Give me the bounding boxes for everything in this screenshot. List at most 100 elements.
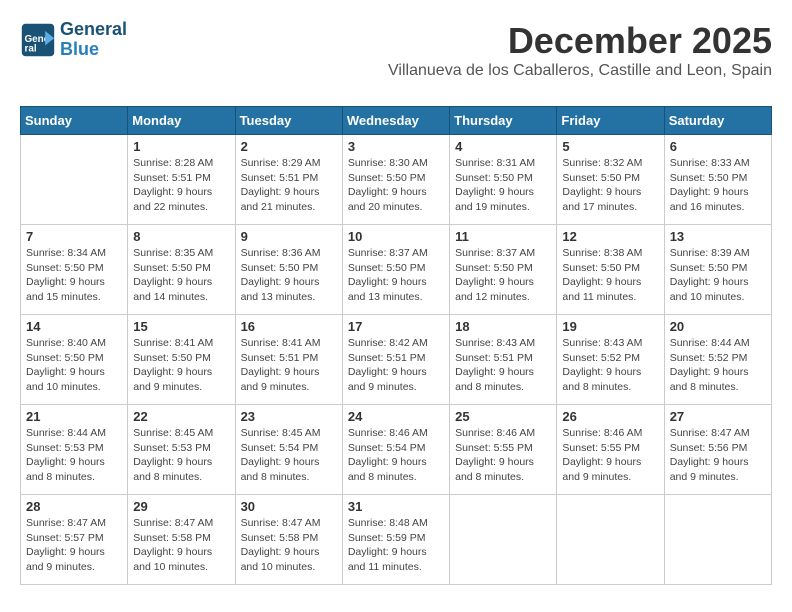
calendar-cell: 8 Sunrise: 8:35 AMSunset: 5:50 PMDaylight… [128,225,235,315]
week-row-2: 7 Sunrise: 8:34 AMSunset: 5:50 PMDaylight… [21,225,772,315]
day-info: Sunrise: 8:34 AMSunset: 5:50 PMDaylight:… [26,246,122,305]
logo-line1: General [60,20,127,40]
logo-line2: Blue [60,40,127,60]
calendar-cell: 9 Sunrise: 8:36 AMSunset: 5:50 PMDaylight… [235,225,342,315]
week-row-3: 14 Sunrise: 8:40 AMSunset: 5:50 PMDayligh… [21,315,772,405]
title-section: December 2025 Villanueva de los Caballer… [388,20,772,92]
calendar-cell: 27Sunrise: 8:47 AMSunset: 5:56 PMDayligh… [664,405,771,495]
calendar-cell: 13 Sunrise: 8:39 AMSunset: 5:50 PMDayligh… [664,225,771,315]
day-number: 29 [133,499,229,514]
calendar-cell: 12 Sunrise: 8:38 AMSunset: 5:50 PMDayligh… [557,225,664,315]
day-number: 1 [133,139,229,154]
day-info: Sunrise: 8:31 AMSunset: 5:50 PMDaylight:… [455,156,551,215]
logo-icon: Gene- ral [20,22,56,58]
calendar-cell: 19 Sunrise: 8:43 AMSunset: 5:52 PMDayligh… [557,315,664,405]
day-number: 17 [348,319,444,334]
day-info: Sunrise: 8:41 AMSunset: 5:51 PMDaylight:… [241,336,337,395]
calendar-cell: 22 Sunrise: 8:45 AMSunset: 5:53 PMDayligh… [128,405,235,495]
page-header: Gene- ral General Blue December 2025 Vil… [20,20,772,96]
calendar-cell: 26 Sunrise: 8:46 AMSunset: 5:55 PMDayligh… [557,405,664,495]
day-info: Sunrise: 8:36 AMSunset: 5:50 PMDaylight:… [241,246,337,305]
day-number: 21 [26,409,122,424]
day-number: 31 [348,499,444,514]
calendar-cell: 31Sunrise: 8:48 AMSunset: 5:59 PMDayligh… [342,495,449,585]
calendar-cell: 5Sunrise: 8:32 AMSunset: 5:50 PMDaylight… [557,135,664,225]
day-info: Sunrise: 8:40 AMSunset: 5:50 PMDaylight:… [26,336,122,395]
day-number: 19 [562,319,658,334]
day-number: 26 [562,409,658,424]
svg-text:ral: ral [25,43,37,54]
day-number: 11 [455,229,551,244]
calendar-title: December 2025 [388,20,772,62]
day-info: Sunrise: 8:41 AMSunset: 5:50 PMDaylight:… [133,336,229,395]
day-info: Sunrise: 8:47 AMSunset: 5:57 PMDaylight:… [26,516,122,575]
day-info: Sunrise: 8:37 AMSunset: 5:50 PMDaylight:… [455,246,551,305]
day-number: 13 [670,229,766,244]
weekday-header-sunday: Sunday [21,107,128,135]
day-info: Sunrise: 8:45 AMSunset: 5:53 PMDaylight:… [133,426,229,485]
weekday-header-row: SundayMondayTuesdayWednesdayThursdayFrid… [21,107,772,135]
day-number: 7 [26,229,122,244]
day-info: Sunrise: 8:35 AMSunset: 5:50 PMDaylight:… [133,246,229,305]
calendar-cell: 24 Sunrise: 8:46 AMSunset: 5:54 PMDayligh… [342,405,449,495]
calendar-cell: 16 Sunrise: 8:41 AMSunset: 5:51 PMDayligh… [235,315,342,405]
weekday-header-saturday: Saturday [664,107,771,135]
weekday-header-tuesday: Tuesday [235,107,342,135]
weekday-header-wednesday: Wednesday [342,107,449,135]
day-number: 2 [241,139,337,154]
day-info: Sunrise: 8:45 AMSunset: 5:54 PMDaylight:… [241,426,337,485]
day-info: Sunrise: 8:44 AMSunset: 5:52 PMDaylight:… [670,336,766,395]
day-number: 9 [241,229,337,244]
calendar-cell: 15 Sunrise: 8:41 AMSunset: 5:50 PMDayligh… [128,315,235,405]
week-row-5: 28 Sunrise: 8:47 AMSunset: 5:57 PMDayligh… [21,495,772,585]
calendar-cell: 10Sunrise: 8:37 AMSunset: 5:50 PMDayligh… [342,225,449,315]
day-info: Sunrise: 8:30 AMSunset: 5:50 PMDaylight:… [348,156,444,215]
day-number: 24 [348,409,444,424]
day-info: Sunrise: 8:47 AMSunset: 5:58 PMDaylight:… [133,516,229,575]
weekday-header-friday: Friday [557,107,664,135]
day-number: 30 [241,499,337,514]
calendar-cell [450,495,557,585]
day-number: 12 [562,229,658,244]
calendar-cell [21,135,128,225]
day-info: Sunrise: 8:32 AMSunset: 5:50 PMDaylight:… [562,156,658,215]
calendar-cell: 30Sunrise: 8:47 AMSunset: 5:58 PMDayligh… [235,495,342,585]
calendar-cell: 6Sunrise: 8:33 AMSunset: 5:50 PMDaylight… [664,135,771,225]
day-info: Sunrise: 8:43 AMSunset: 5:51 PMDaylight:… [455,336,551,395]
calendar-cell: 3 Sunrise: 8:30 AMSunset: 5:50 PMDaylight… [342,135,449,225]
day-info: Sunrise: 8:46 AMSunset: 5:54 PMDaylight:… [348,426,444,485]
day-number: 28 [26,499,122,514]
day-info: Sunrise: 8:37 AMSunset: 5:50 PMDaylight:… [348,246,444,305]
calendar-cell: 21 Sunrise: 8:44 AMSunset: 5:53 PMDayligh… [21,405,128,495]
calendar-cell: 1Sunrise: 8:28 AMSunset: 5:51 PMDaylight… [128,135,235,225]
week-row-1: 1Sunrise: 8:28 AMSunset: 5:51 PMDaylight… [21,135,772,225]
calendar-cell: 2Sunrise: 8:29 AMSunset: 5:51 PMDaylight… [235,135,342,225]
calendar-table: SundayMondayTuesdayWednesdayThursdayFrid… [20,106,772,585]
day-info: Sunrise: 8:38 AMSunset: 5:50 PMDaylight:… [562,246,658,305]
weekday-header-monday: Monday [128,107,235,135]
calendar-cell: 28 Sunrise: 8:47 AMSunset: 5:57 PMDayligh… [21,495,128,585]
calendar-cell: 29 Sunrise: 8:47 AMSunset: 5:58 PMDayligh… [128,495,235,585]
day-info: Sunrise: 8:33 AMSunset: 5:50 PMDaylight:… [670,156,766,215]
day-number: 23 [241,409,337,424]
day-number: 3 [348,139,444,154]
day-info: Sunrise: 8:46 AMSunset: 5:55 PMDaylight:… [562,426,658,485]
calendar-cell [557,495,664,585]
day-info: Sunrise: 8:44 AMSunset: 5:53 PMDaylight:… [26,426,122,485]
day-number: 27 [670,409,766,424]
day-info: Sunrise: 8:43 AMSunset: 5:52 PMDaylight:… [562,336,658,395]
calendar-cell: 20Sunrise: 8:44 AMSunset: 5:52 PMDayligh… [664,315,771,405]
day-number: 22 [133,409,229,424]
calendar-cell: 14 Sunrise: 8:40 AMSunset: 5:50 PMDayligh… [21,315,128,405]
day-number: 4 [455,139,551,154]
calendar-cell [664,495,771,585]
day-info: Sunrise: 8:39 AMSunset: 5:50 PMDaylight:… [670,246,766,305]
day-number: 25 [455,409,551,424]
calendar-cell: 17Sunrise: 8:42 AMSunset: 5:51 PMDayligh… [342,315,449,405]
day-number: 8 [133,229,229,244]
weekday-header-thursday: Thursday [450,107,557,135]
day-number: 14 [26,319,122,334]
calendar-cell: 4 Sunrise: 8:31 AMSunset: 5:50 PMDaylight… [450,135,557,225]
day-number: 16 [241,319,337,334]
day-number: 15 [133,319,229,334]
